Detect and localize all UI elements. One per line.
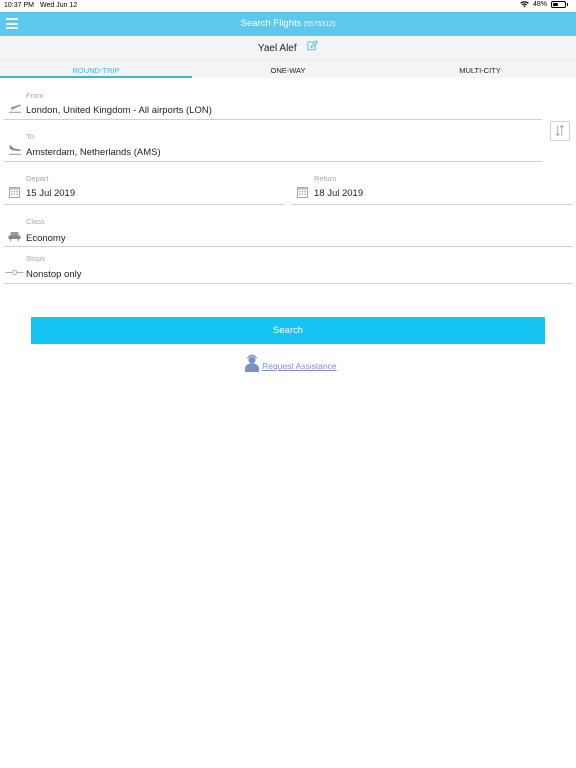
traveler-bar: Yael Alef: [0, 36, 576, 60]
depart-underline: [4, 204, 285, 205]
return-label: Return: [314, 174, 337, 183]
depart-label: Depart: [26, 174, 49, 183]
from-label: From: [26, 91, 44, 100]
request-assistance-link[interactable]: Request Assistance: [262, 361, 337, 371]
trip-type-tabs: ROUND-TRIP ONE-WAY MULTI-CITY: [0, 60, 576, 78]
app-header: Search Flights (5575312): [0, 12, 576, 36]
from-value[interactable]: London, United Kingdom - All airports (L…: [26, 105, 212, 116]
agent-person-icon: [245, 354, 259, 372]
plane-takeoff-icon: [9, 104, 21, 113]
return-value[interactable]: 18 Jul 2019: [314, 188, 363, 199]
battery-tip: [567, 3, 568, 6]
stops-underline: [4, 283, 573, 284]
pencil-edit-icon[interactable]: [307, 40, 319, 51]
depart-value[interactable]: 15 Jul 2019: [26, 188, 75, 199]
search-number: (5575312): [303, 21, 336, 28]
tab-round-trip[interactable]: ROUND-TRIP: [0, 61, 192, 78]
calendar-icon: [297, 187, 308, 198]
tab-one-way[interactable]: ONE-WAY: [192, 61, 384, 78]
wifi-icon: [520, 1, 529, 8]
calendar-icon: [9, 187, 20, 198]
class-value[interactable]: Economy: [26, 233, 66, 244]
status-time: 10:37 PM: [4, 2, 34, 9]
page-title: Search Flights (5575312): [0, 18, 576, 29]
to-value[interactable]: Amsterdam, Netherlands (AMS): [26, 147, 161, 158]
seat-icon: [8, 232, 21, 241]
battery-level: [553, 3, 559, 6]
traveler-name: Yael Alef: [257, 43, 297, 54]
status-date: Wed Jun 12: [40, 2, 78, 9]
request-assistance[interactable]: Request Assistance: [244, 352, 337, 372]
plane-landing-icon: [9, 145, 21, 155]
tab-multi-city[interactable]: MULTI-CITY: [384, 61, 576, 78]
class-underline: [4, 246, 573, 247]
stops-value[interactable]: Nonstop only: [26, 269, 81, 280]
to-underline: [4, 161, 542, 162]
return-underline: [291, 204, 573, 205]
to-label: To: [26, 132, 34, 141]
from-underline: [4, 119, 542, 120]
swap-arrows-icon: [555, 125, 564, 137]
search-flights-screen: 10:37 PM Wed Jun 12 48% Search Flights (5…: [0, 0, 576, 768]
stops-label: Stops: [26, 254, 46, 263]
battery-icon: [551, 1, 566, 8]
battery-percent: 48%: [532, 1, 547, 8]
search-button[interactable]: Search: [31, 317, 545, 344]
class-label: Class: [26, 217, 45, 226]
page-title-text: Search Flights: [240, 18, 302, 29]
status-indicators: 48%: [520, 1, 568, 8]
status-bar: 10:37 PM Wed Jun 12 48%: [0, 0, 576, 12]
stops-route-icon: [5, 269, 24, 276]
swap-button[interactable]: [550, 121, 570, 141]
